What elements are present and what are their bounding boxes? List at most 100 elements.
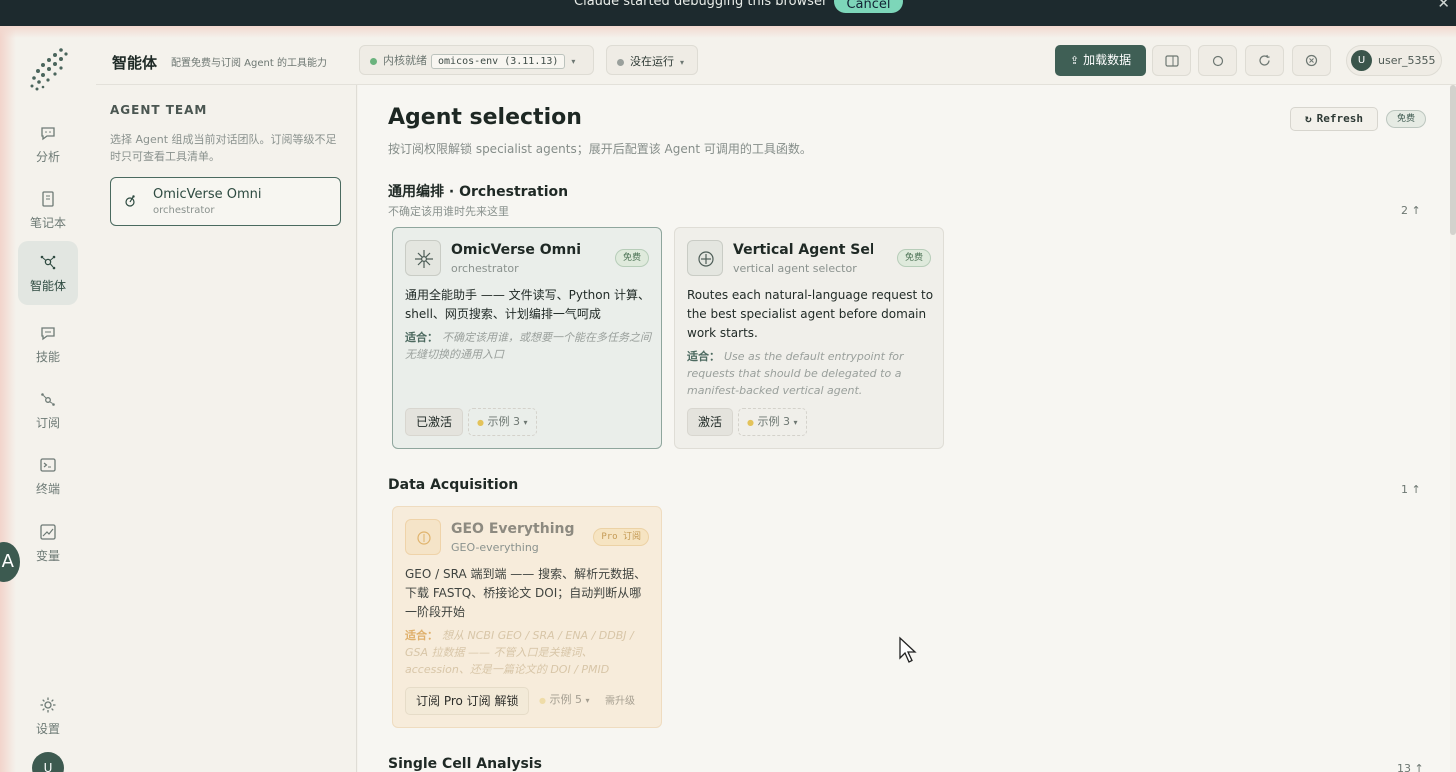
activated-button[interactable]: 已激活 <box>405 408 464 436</box>
avatar[interactable]: U <box>32 752 64 772</box>
chevron-up-icon: ↑ <box>1411 204 1421 217</box>
close-icon[interactable]: ✕ <box>1437 0 1450 12</box>
subscribe-unlock-button[interactable]: 订阅 Pro 订阅 解锁 <box>405 687 530 715</box>
subscription-icon <box>41 393 55 406</box>
agent-id: vertical agent selector <box>733 262 857 275</box>
load-data-button[interactable]: ⇪ 加载数据 <box>1055 45 1146 76</box>
examples-dropdown[interactable]: ● 示例 5 ▾ <box>531 687 598 715</box>
agent-card-icon <box>405 519 441 555</box>
chevron-up-icon: ↑ <box>1411 483 1421 496</box>
orchestrator-icon <box>125 195 135 207</box>
chevron-down-icon: ▾ <box>793 418 798 427</box>
restart-button[interactable] <box>1245 45 1284 76</box>
mouse-cursor-icon <box>899 636 917 663</box>
gear-icon <box>40 697 56 713</box>
agent-card-omicverse-omni[interactable]: OmicVerse Omni orchestrator 免费 通用全能助手 ——… <box>392 227 662 449</box>
kernel-status: 内核就绪 <box>383 54 427 67</box>
agent-card-icon <box>687 240 723 276</box>
examples-dropdown[interactable]: ● 示例 3 ▾ <box>468 408 537 436</box>
upload-icon: ⇪ <box>1069 54 1080 67</box>
nav-terminal[interactable]: 终端 <box>18 444 78 508</box>
section-title: Single Cell Analysis <box>388 756 542 772</box>
refresh-label: Refresh <box>1316 112 1363 125</box>
team-member-name: OmicVerse Omni <box>153 187 262 202</box>
agent-card-vertical-agent-selector[interactable]: Vertical Agent Sele… vertical agent sele… <box>674 227 944 449</box>
activate-button[interactable]: 激活 <box>687 408 734 436</box>
cancel-button[interactable]: Cancel <box>834 0 903 13</box>
section-title: 通用编排 · Orchestration <box>388 184 569 200</box>
toggle-panel-button[interactable] <box>1152 45 1191 76</box>
main-subtitle: 按订阅权限解锁 specialist agents；展开后配置该 Agent 可… <box>388 142 812 156</box>
section-collapse-toggle[interactable]: 2 ↑ <box>1401 204 1421 217</box>
nav-label: 设置 <box>35 722 60 736</box>
agent-icon <box>40 255 56 270</box>
nav-settings[interactable]: 设置 <box>18 684 78 748</box>
skill-icon <box>41 327 55 341</box>
team-member-card[interactable]: OmicVerse Omni orchestrator <box>110 177 341 226</box>
section-count: 2 <box>1401 204 1408 217</box>
team-title: AGENT TEAM <box>110 103 208 117</box>
close-circle-icon <box>1305 54 1318 67</box>
team-member-role: orchestrator <box>153 205 215 216</box>
team-description: 选择 Agent 组成当前对话团队。订阅等级不足时只可查看工具清单。 <box>110 133 337 163</box>
user-menu[interactable]: U user_5355 <box>1346 45 1442 76</box>
kernel-status-dot <box>370 57 377 65</box>
notebook-icon <box>42 191 54 207</box>
section-collapse-toggle[interactable]: 13 ↑ <box>1397 762 1424 772</box>
nav-label: 智能体 <box>29 279 66 293</box>
status-button[interactable] <box>1198 45 1237 76</box>
username: user_5355 <box>1378 54 1436 67</box>
nav-variables[interactable]: 变量 <box>18 511 78 575</box>
tier-badge: 免费 <box>896 249 931 267</box>
main-scrollbar[interactable] <box>1450 85 1456 235</box>
refresh-button[interactable]: ↻ Refresh <box>1290 107 1378 131</box>
fit-label: 适合： <box>405 629 438 642</box>
load-data-label: 加载数据 <box>1083 53 1132 67</box>
refresh-icon: ↻ <box>1305 112 1312 125</box>
stop-button[interactable] <box>1292 45 1331 76</box>
run-status: 没在运行 <box>630 55 674 68</box>
lightbulb-icon: ● <box>539 696 546 705</box>
agent-card-geo-everything[interactable]: GEO Everything GEO-everything Pro 订阅 GEO… <box>392 506 662 728</box>
env-name: omicos-env (3.11.13) <box>431 54 566 69</box>
fit-label: 适合： <box>687 350 720 363</box>
nav-skills[interactable]: 技能 <box>18 312 78 376</box>
debug-banner: Claude started debugging this browser Ca… <box>0 0 1456 26</box>
nav-subscription[interactable]: 订阅 <box>18 378 78 442</box>
window-glow-top <box>0 26 1456 38</box>
run-status-selector[interactable]: 没在运行 ▾ <box>606 45 698 75</box>
agent-description: GEO / SRA 端到端 —— 搜索、解析元数据、下载 FASTQ、桥接论文 … <box>405 567 647 619</box>
kernel-selector[interactable]: 内核就绪 omicos-env (3.11.13) ▾ <box>359 45 594 75</box>
nav-label: 分析 <box>35 150 60 164</box>
left-rail: 分析 笔记本 智能体 技能 订阅 终端 变量 设置 U <box>0 38 96 772</box>
chevron-down-icon: ▾ <box>523 418 528 427</box>
pro-badge: Pro 订阅 <box>593 528 649 546</box>
globe-icon <box>417 531 431 545</box>
section-subtitle: 不确定该用谁时先来这里 <box>388 205 509 218</box>
logo-icon <box>30 48 68 91</box>
terminal-icon <box>40 458 56 472</box>
examples-dropdown[interactable]: ● 示例 3 ▾ <box>738 408 807 436</box>
sparkle-icon <box>415 250 433 268</box>
chat-icon <box>41 127 55 141</box>
section-collapse-toggle[interactable]: 1 ↑ <box>1401 483 1421 496</box>
nav-label: 技能 <box>35 350 60 364</box>
nav-notebook[interactable]: 笔记本 <box>18 178 78 242</box>
fit-text: 不确定该用谁，或想要一个能在多任务之间无缝切换的通用入口 <box>405 331 651 361</box>
fit-label: 适合： <box>405 331 438 344</box>
variables-icon <box>40 524 56 540</box>
chevron-down-icon: ▾ <box>680 58 685 67</box>
nav-label: 终端 <box>35 482 60 496</box>
tier-badge: 免费 <box>1386 110 1426 128</box>
nav-analysis[interactable]: 分析 <box>18 112 78 176</box>
agent-id: GEO-everything <box>451 541 539 554</box>
nav-label: 变量 <box>35 549 60 563</box>
nav-label: 订阅 <box>35 416 60 430</box>
main-title: Agent selection <box>388 105 582 130</box>
tier-badge: 免费 <box>614 249 649 267</box>
nav-agents[interactable]: 智能体 <box>18 241 78 305</box>
panel-icon <box>1164 54 1179 67</box>
agent-selection-main: Agent selection 按订阅权限解锁 specialist agent… <box>358 85 1450 772</box>
section-title: Data Acquisition <box>388 477 519 493</box>
upgrade-required-label: 需升级 <box>605 696 635 707</box>
